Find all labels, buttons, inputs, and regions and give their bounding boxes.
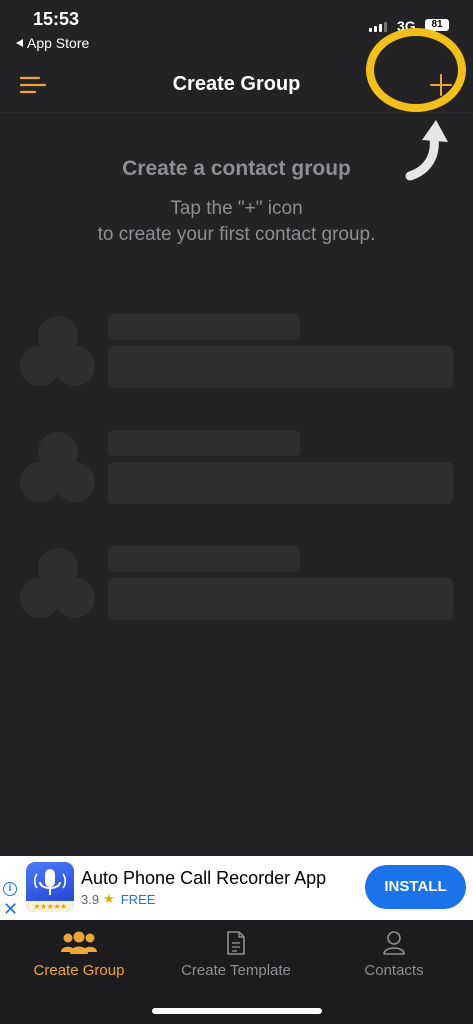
tab-create-group[interactable]: Create Group [0, 920, 158, 990]
ad-app-title[interactable]: Auto Phone Call Recorder App [81, 868, 326, 889]
tab-label: Contacts [364, 962, 424, 979]
placeholder-bar-short [108, 314, 300, 340]
tab-label: Create Template [181, 962, 291, 979]
microphone-app-icon[interactable]: ★★★★★ [26, 862, 74, 912]
group-icon [61, 931, 97, 954]
group-placeholder-icon [20, 548, 95, 618]
placeholder-row [0, 314, 473, 394]
highlight-circle-annotation [366, 28, 466, 112]
person-icon [383, 931, 405, 955]
tab-create-template[interactable]: Create Template [157, 920, 315, 990]
empty-state-line-1: Tap the "+" icon [170, 198, 303, 219]
rating-stars-icon: ★★★★★ [26, 901, 74, 912]
placeholder-bar-short [108, 546, 300, 572]
placeholder-bar-long [108, 578, 453, 620]
star-icon: ★ [103, 891, 115, 906]
ad-rating: 3.9 [81, 891, 100, 907]
home-indicator[interactable] [152, 1008, 322, 1014]
empty-state-line-2: to create your first contact group. [97, 224, 376, 245]
placeholder-row [0, 430, 473, 510]
group-placeholder-icon [20, 316, 95, 386]
install-button[interactable]: INSTALL [365, 865, 466, 909]
status-time: 15:53 [33, 9, 80, 29]
ad-price: FREE [120, 891, 156, 907]
ad-banner[interactable]: i ✕ ★★★★★ Auto Phone Call Recorder App 3… [0, 856, 473, 920]
back-triangle-icon [16, 39, 23, 47]
signal-strength-icon [369, 22, 387, 32]
menu-lines-icon[interactable] [18, 72, 48, 98]
back-to-app-store-link[interactable]: App Store [16, 35, 89, 51]
back-app-label: App Store [27, 35, 90, 51]
placeholder-bar-long [108, 462, 453, 504]
placeholder-bar-long [108, 346, 453, 388]
group-placeholder-icon [20, 432, 95, 502]
document-icon [227, 931, 245, 955]
ad-close-icon[interactable]: ✕ [3, 900, 18, 918]
ad-info-icon[interactable]: i [3, 882, 17, 896]
placeholder-row [0, 546, 473, 626]
empty-state-title: Create a contact group [122, 157, 351, 180]
tab-contacts[interactable]: Contacts [315, 920, 473, 990]
ad-meta: 3.9 ★ FREE [81, 891, 155, 907]
placeholder-bar-short [108, 430, 300, 456]
tab-label: Create Group [33, 962, 125, 979]
